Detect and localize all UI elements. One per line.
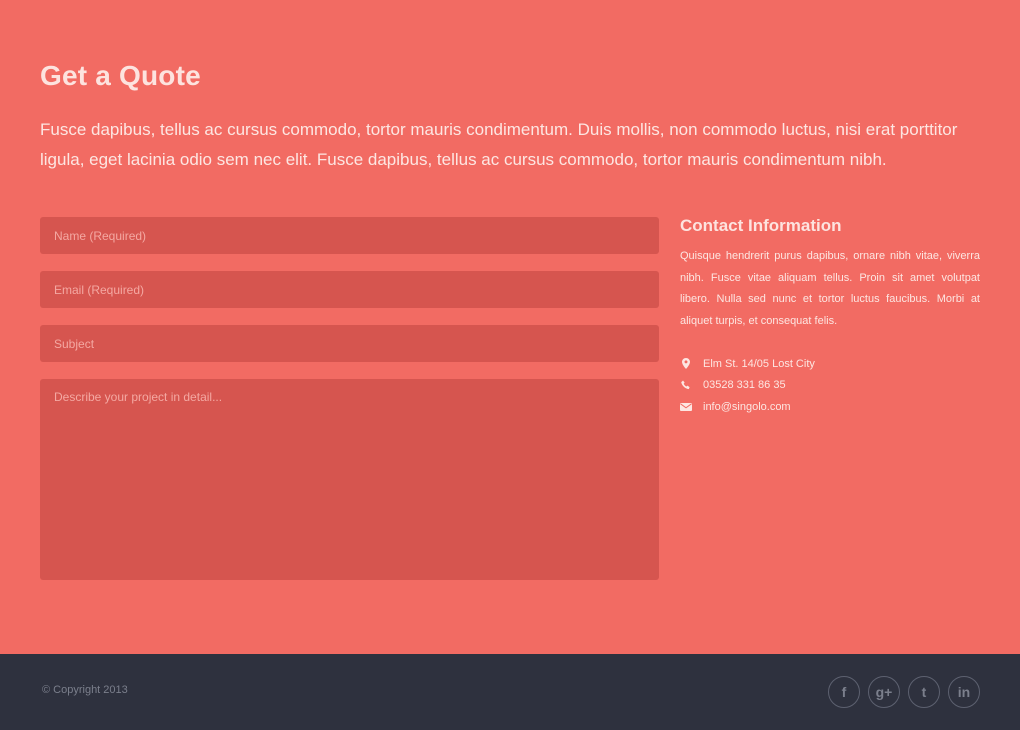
footer: © Copyright 2013 f g+ t in: [0, 654, 1020, 730]
address-text: Elm St. 14/05 Lost City: [703, 357, 815, 370]
envelope-icon: [680, 401, 692, 413]
contact-title: Contact Information: [680, 216, 842, 235]
google-plus-icon[interactable]: g+: [868, 676, 900, 708]
phone-text: 03528 331 86 35: [703, 379, 786, 392]
contact-description: Quisque hendrerit purus dapibus, ornare …: [680, 250, 980, 328]
phone-icon: [680, 379, 692, 391]
subject-input[interactable]: [40, 325, 659, 362]
copyright-text: © Copyright 2013: [42, 684, 128, 696]
facebook-icon[interactable]: f: [828, 676, 860, 708]
page-title: Get a Quote: [40, 60, 201, 91]
contact-email: info@singolo.com: [680, 396, 980, 418]
email-input[interactable]: [40, 271, 659, 308]
quote-section: Get a Quote Fusce dapibus, tellus ac cur…: [0, 0, 1020, 654]
map-pin-icon: [680, 358, 692, 370]
name-input[interactable]: [40, 217, 659, 254]
email-link[interactable]: info@singolo.com: [703, 401, 791, 413]
contact-phone: 03528 331 86 35: [680, 374, 980, 396]
linkedin-icon[interactable]: in: [948, 676, 980, 708]
social-links: f g+ t in: [828, 676, 980, 708]
twitter-icon[interactable]: t: [908, 676, 940, 708]
contact-address: Elm St. 14/05 Lost City: [680, 353, 980, 375]
contact-list: Elm St. 14/05 Lost City 03528 331 86 35 …: [680, 353, 980, 418]
message-textarea[interactable]: [40, 379, 659, 580]
intro-text: Fusce dapibus, tellus ac cursus commodo,…: [40, 120, 958, 169]
contact-information: Contact Information Quisque hendrerit pu…: [680, 216, 980, 417]
